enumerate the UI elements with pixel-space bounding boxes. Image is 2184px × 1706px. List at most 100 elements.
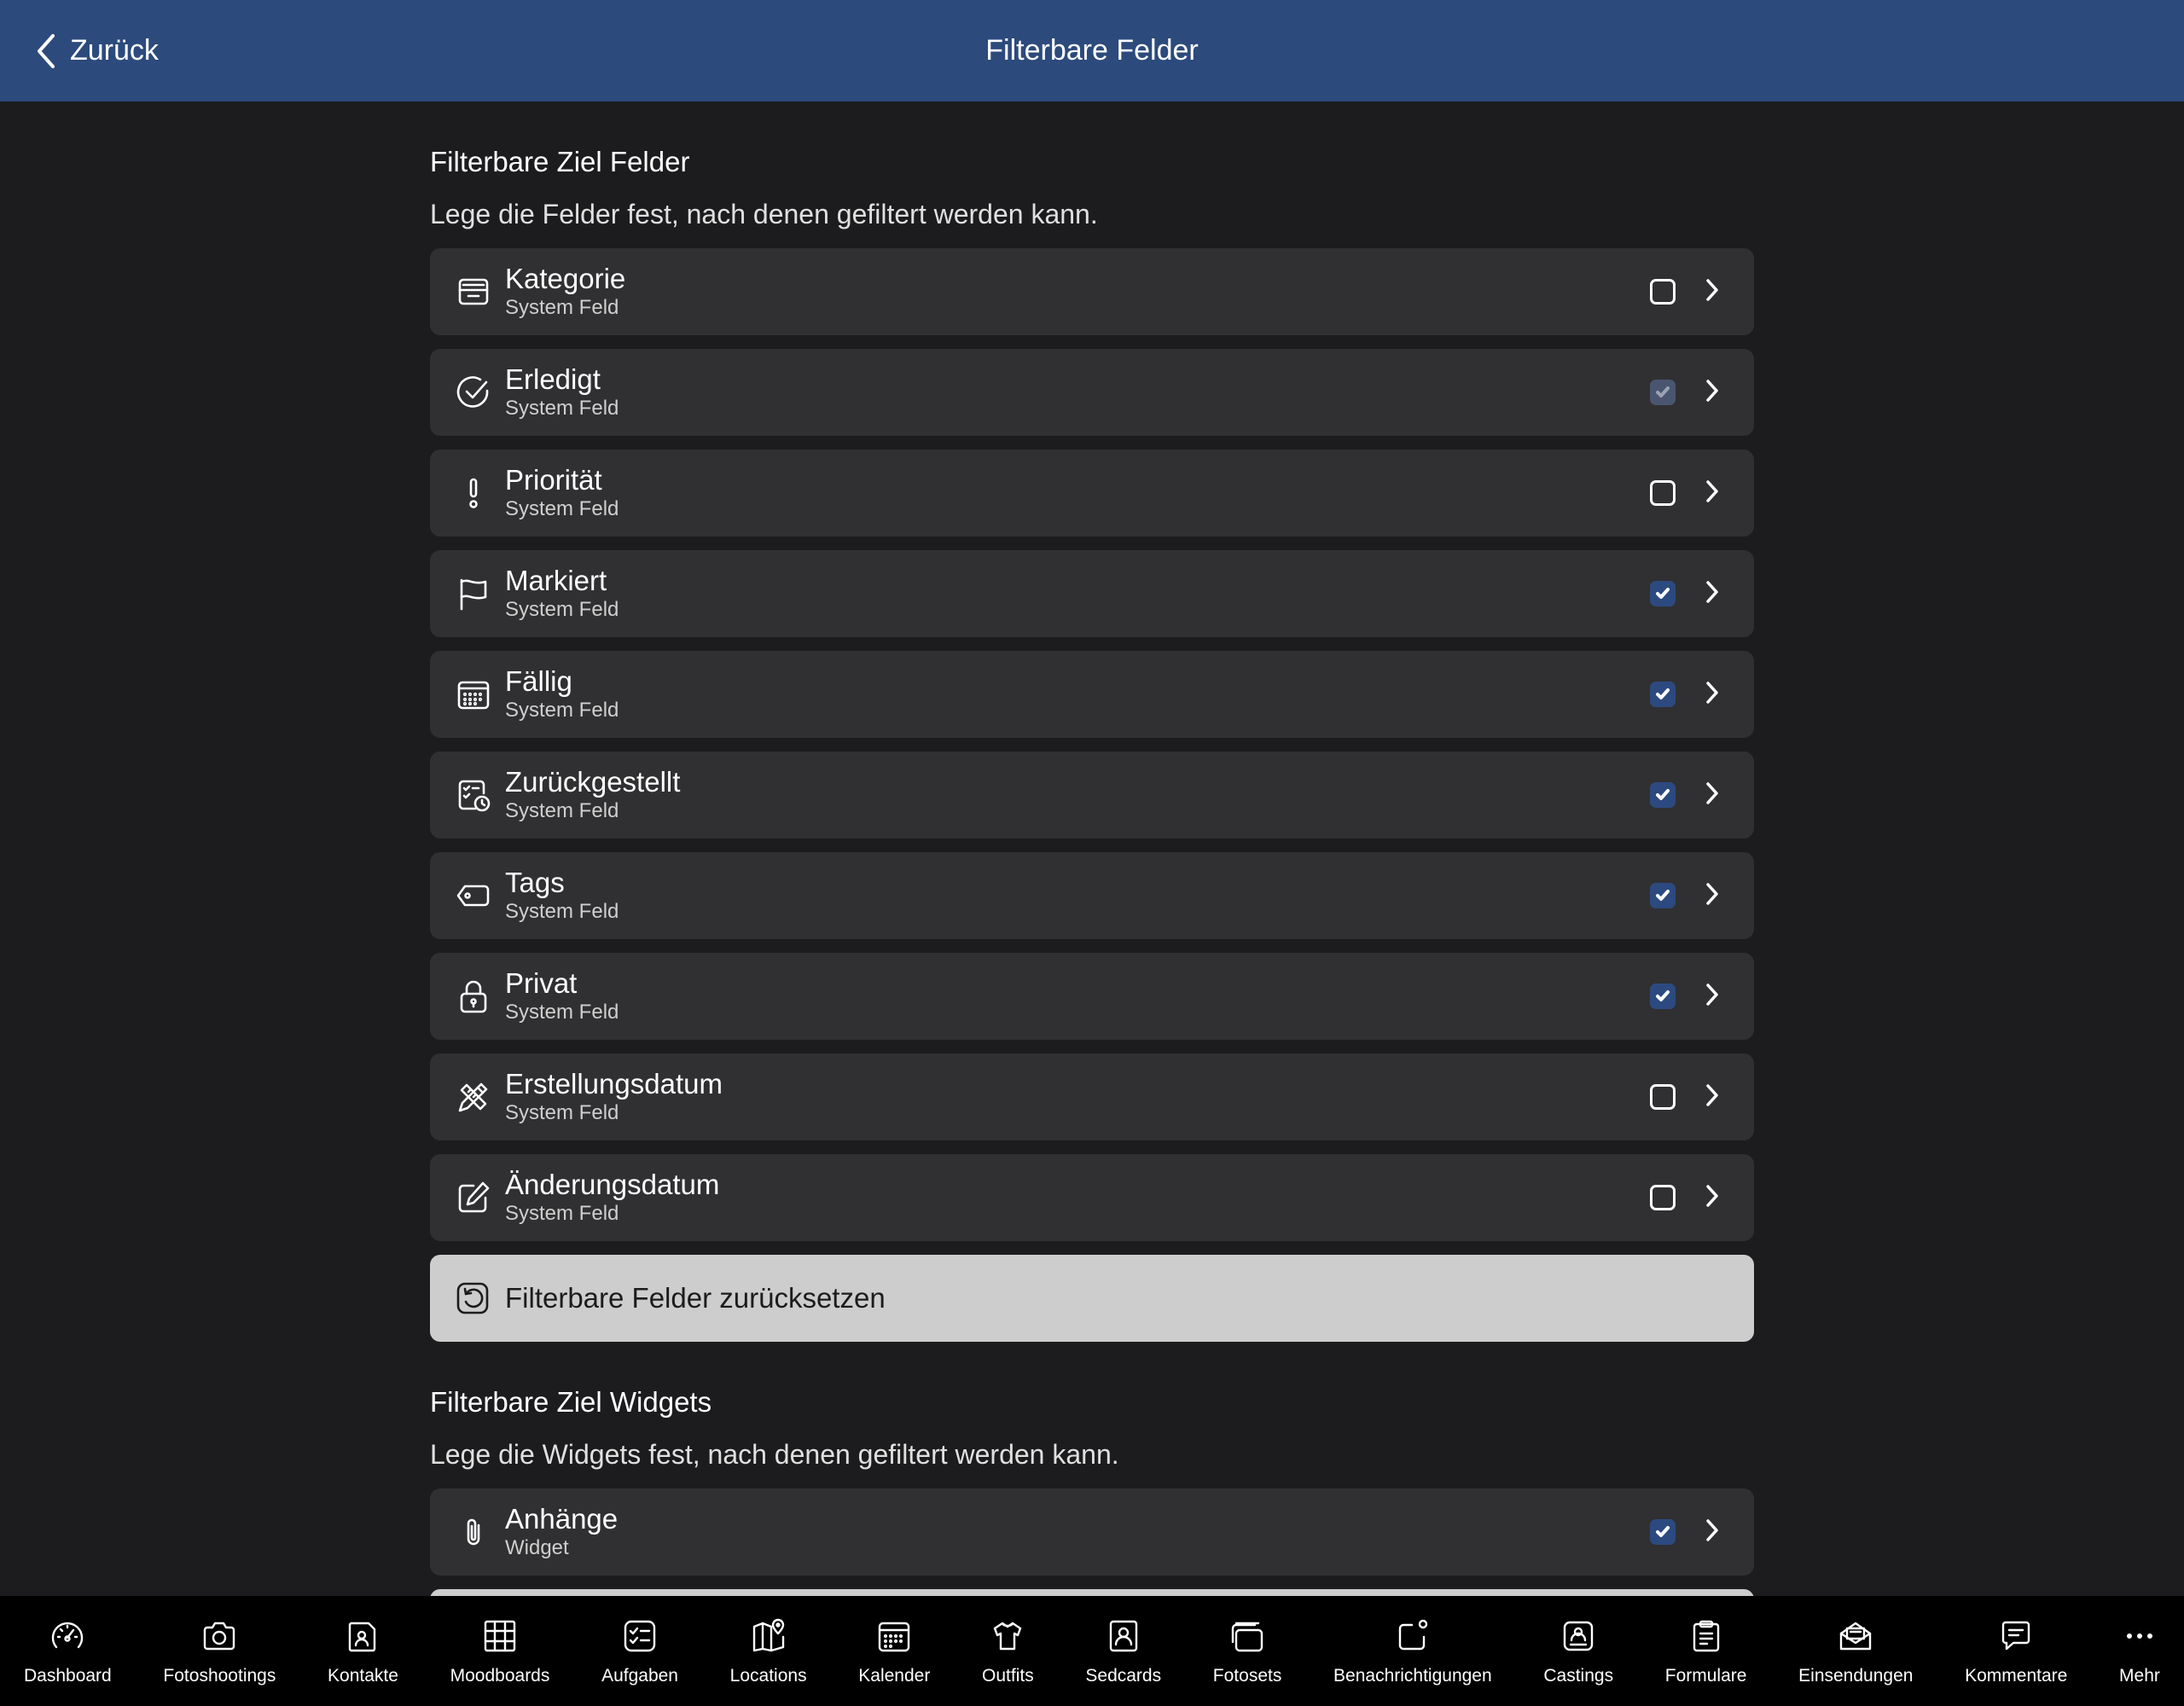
widget-checkbox[interactable] bbox=[1650, 1519, 1676, 1545]
field-row-markiert[interactable]: Markiert System Feld bbox=[430, 550, 1754, 637]
back-button[interactable]: Zurück bbox=[34, 0, 159, 102]
field-subtitle: System Feld bbox=[505, 598, 619, 621]
field-label: Kategorie bbox=[505, 263, 626, 294]
tab-label: Dashboard bbox=[24, 1666, 112, 1686]
field-subtitle: System Feld bbox=[505, 1101, 619, 1124]
content-scroll[interactable]: Filterbare Ziel Felder Lege die Felder f… bbox=[430, 102, 1754, 1596]
chevron-right-icon bbox=[1705, 982, 1720, 1012]
tab-locations[interactable]: Locations bbox=[730, 1596, 807, 1706]
field-label: Fällig bbox=[505, 665, 572, 697]
field-subtitle: System Feld bbox=[505, 397, 619, 420]
chevron-right-icon bbox=[1705, 579, 1720, 609]
edit-icon bbox=[452, 1176, 495, 1219]
lock-icon bbox=[452, 975, 495, 1018]
chevron-right-icon bbox=[1705, 1517, 1720, 1547]
tab-mehr[interactable]: Mehr bbox=[2119, 1596, 2160, 1706]
casting-icon bbox=[1564, 1621, 1594, 1651]
field-checkbox[interactable] bbox=[1650, 883, 1676, 908]
tab-fotosets[interactable]: Fotosets bbox=[1212, 1596, 1282, 1706]
field-label: Markiert bbox=[505, 565, 607, 596]
reset-icon bbox=[456, 1282, 489, 1314]
field-row-erledigt[interactable]: Erledigt System Feld bbox=[430, 349, 1754, 436]
notification-icon bbox=[1398, 1619, 1428, 1651]
tab-moodboards[interactable]: Moodboards bbox=[450, 1596, 549, 1706]
checkmark-icon bbox=[1656, 990, 1670, 1001]
field-row-faellig[interactable]: Fällig System Feld bbox=[430, 651, 1754, 738]
checkmark-icon bbox=[1656, 688, 1670, 699]
chevron-right-icon bbox=[1705, 680, 1720, 710]
widget-subtitle: Widget bbox=[505, 1536, 569, 1559]
chevron-right-icon bbox=[1705, 378, 1720, 408]
portrait-icon bbox=[1109, 1620, 1137, 1652]
tab-label: Kontakte bbox=[328, 1666, 398, 1686]
field-checkbox[interactable] bbox=[1650, 1084, 1676, 1110]
fields-list: Kategorie System Feld Erledigt System Fe… bbox=[430, 248, 1754, 1342]
tab-dashboard[interactable]: Dashboard bbox=[24, 1596, 112, 1706]
snooze-icon bbox=[452, 774, 495, 816]
reset-widgets-button[interactable] bbox=[430, 1589, 1754, 1596]
tab-label: Castings bbox=[1543, 1666, 1614, 1686]
field-subtitle: System Feld bbox=[505, 1202, 619, 1225]
contact-icon bbox=[349, 1622, 376, 1652]
field-checkbox[interactable] bbox=[1650, 279, 1676, 305]
hanger-icon bbox=[994, 1622, 1022, 1651]
map-icon bbox=[752, 1618, 784, 1652]
field-label: Tags bbox=[505, 867, 565, 898]
tag-icon bbox=[452, 874, 495, 917]
checkmark-icon bbox=[1656, 789, 1670, 800]
mail-icon bbox=[1840, 1622, 1872, 1651]
field-subtitle: System Feld bbox=[505, 799, 619, 822]
comment-icon bbox=[2002, 1621, 2030, 1651]
field-checkbox[interactable] bbox=[1650, 581, 1676, 606]
field-checkbox[interactable] bbox=[1650, 782, 1676, 808]
field-subtitle: System Feld bbox=[505, 497, 619, 520]
tab-outfits[interactable]: Outfits bbox=[982, 1596, 1034, 1706]
field-subtitle: System Feld bbox=[505, 296, 619, 319]
tab-castings[interactable]: Castings bbox=[1543, 1596, 1613, 1706]
field-checkbox[interactable] bbox=[1650, 1185, 1676, 1210]
speedometer-icon bbox=[52, 1622, 84, 1649]
calendar-icon bbox=[452, 673, 495, 716]
tab-aufgaben[interactable]: Aufgaben bbox=[601, 1596, 678, 1706]
tab-einsendungen[interactable]: Einsendungen bbox=[1798, 1596, 1913, 1706]
field-label: Erledigt bbox=[505, 363, 601, 395]
checkmark-icon bbox=[1656, 1526, 1670, 1537]
exclamation-icon bbox=[452, 472, 495, 514]
tab-benachrichtigungen[interactable]: Benachrichtigungen bbox=[1333, 1596, 1492, 1706]
reset-fields-button[interactable]: Filterbare Felder zurücksetzen bbox=[430, 1255, 1754, 1342]
checkmark-icon bbox=[1656, 386, 1670, 397]
tab-fotoshootings[interactable]: Fotoshootings bbox=[163, 1596, 276, 1706]
field-checkbox[interactable] bbox=[1650, 984, 1676, 1009]
tab-label: Fotosets bbox=[1212, 1666, 1282, 1686]
chevron-left-icon bbox=[38, 33, 55, 68]
field-subtitle: System Feld bbox=[505, 1001, 619, 1024]
back-label: Zurück bbox=[70, 34, 159, 67]
tab-kalender[interactable]: Kalender bbox=[858, 1596, 930, 1706]
field-subtitle: System Feld bbox=[505, 900, 619, 923]
field-checkbox[interactable] bbox=[1650, 480, 1676, 506]
field-checkbox[interactable] bbox=[1650, 380, 1676, 405]
chevron-right-icon bbox=[1705, 780, 1720, 810]
tab-label: Fotoshootings bbox=[163, 1666, 276, 1686]
widget-row-anhaenge[interactable]: Anhänge Widget bbox=[430, 1488, 1754, 1575]
tab-formulare[interactable]: Formulare bbox=[1665, 1596, 1746, 1706]
field-checkbox[interactable] bbox=[1650, 682, 1676, 707]
field-row-prioritaet[interactable]: Priorität System Feld bbox=[430, 450, 1754, 537]
navigation-header: Zurück Filterbare Felder bbox=[0, 0, 2184, 102]
tab-kommentare[interactable]: Kommentare bbox=[1965, 1596, 2067, 1706]
field-row-tags[interactable]: Tags System Feld bbox=[430, 852, 1754, 939]
field-row-privat[interactable]: Privat System Feld bbox=[430, 953, 1754, 1040]
widget-label: Anhänge bbox=[505, 1503, 619, 1535]
field-row-erstellungsdatum[interactable]: Erstellungsdatum System Feld bbox=[430, 1053, 1754, 1140]
field-label: Änderungsdatum bbox=[505, 1169, 720, 1200]
widgets-list: Anhänge Widget bbox=[430, 1488, 1754, 1596]
tab-kontakte[interactable]: Kontakte bbox=[328, 1596, 398, 1706]
tab-label: Aufgaben bbox=[601, 1666, 678, 1686]
tab-sedcards[interactable]: Sedcards bbox=[1085, 1596, 1161, 1706]
field-row-zurueckgestellt[interactable]: Zurückgestellt System Feld bbox=[430, 751, 1754, 838]
tab-label: Locations bbox=[729, 1666, 807, 1686]
field-row-aenderungsdatum[interactable]: Änderungsdatum System Feld bbox=[430, 1154, 1754, 1241]
field-row-kategorie[interactable]: Kategorie System Feld bbox=[430, 248, 1754, 335]
chevron-right-icon bbox=[1705, 1183, 1720, 1213]
tab-label: Benachrichtigungen bbox=[1333, 1666, 1492, 1686]
